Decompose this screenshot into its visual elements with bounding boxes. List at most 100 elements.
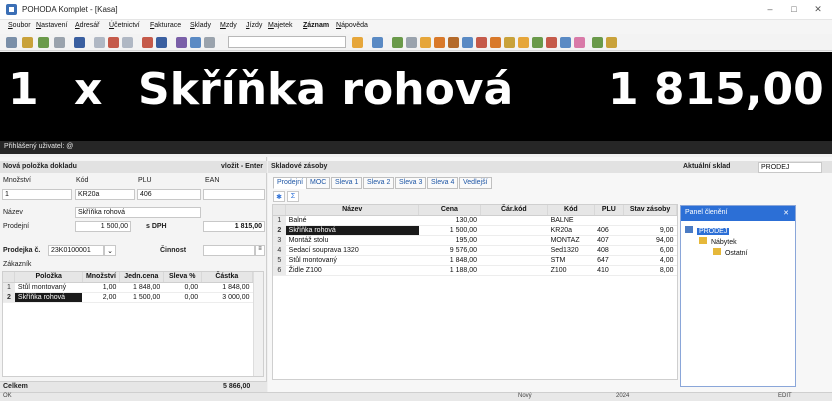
tab-sleva-2[interactable]: Sleva 2 bbox=[363, 177, 395, 189]
tool-g-icon[interactable] bbox=[574, 37, 585, 48]
refresh-icon[interactable] bbox=[190, 37, 201, 48]
menu-majetek[interactable]: Majetek bbox=[268, 22, 293, 29]
tab-vedlejsi[interactable]: Vedlejší bbox=[459, 177, 492, 189]
activity-list-icon[interactable]: ≡ bbox=[255, 245, 265, 256]
insert-enter-hint[interactable]: vložit - Enter bbox=[221, 163, 263, 170]
col-nazev[interactable]: Název bbox=[285, 205, 420, 216]
print-icon[interactable] bbox=[38, 37, 49, 48]
name-input[interactable]: Skříňka rohová bbox=[75, 207, 201, 218]
help-icon[interactable] bbox=[204, 37, 215, 48]
import-icon[interactable] bbox=[476, 37, 487, 48]
table-row[interactable]: 2 Skříňka rohová 2,00 1 500,00 0,00 3 00… bbox=[3, 292, 253, 303]
status-bar: OK Nový 2024 EDIT bbox=[0, 392, 832, 401]
stock-price: 130,00 bbox=[418, 215, 480, 226]
tree-node-nabytek[interactable]: Nábytek bbox=[699, 237, 789, 247]
col-polozka[interactable]: Položka bbox=[14, 272, 83, 283]
receipt-scrollbar[interactable] bbox=[253, 272, 263, 376]
tool-e-icon[interactable] bbox=[546, 37, 557, 48]
col-cena[interactable]: Cena bbox=[418, 205, 481, 216]
tool-i-icon[interactable] bbox=[606, 37, 617, 48]
tool-c-icon[interactable] bbox=[518, 37, 529, 48]
tool-f-icon[interactable] bbox=[560, 37, 571, 48]
col-mnozstvi[interactable]: Množství bbox=[82, 272, 120, 283]
preview-icon[interactable] bbox=[54, 37, 65, 48]
col-plu[interactable]: PLU bbox=[594, 205, 625, 216]
stock-quantity: 8,00 bbox=[623, 265, 677, 276]
item-discount: 0,00 bbox=[163, 292, 202, 303]
col-jedn-cena[interactable]: Jedn.cena bbox=[119, 272, 164, 283]
highlighted-tool-icon[interactable] bbox=[434, 37, 445, 48]
copy-icon[interactable] bbox=[94, 37, 105, 48]
menu-mzdy[interactable]: Mzdy bbox=[220, 22, 237, 29]
toolbar-search-combo[interactable] bbox=[228, 36, 346, 48]
export-icon[interactable] bbox=[462, 37, 473, 48]
menu-nastaveni[interactable]: Nastavení bbox=[36, 22, 68, 29]
tree-node-prodej[interactable]: PRODEJ bbox=[685, 226, 789, 236]
tool-a-icon[interactable] bbox=[490, 37, 501, 48]
sum-filter-icon[interactable]: Σ bbox=[287, 191, 299, 202]
calculator-icon[interactable] bbox=[156, 37, 167, 48]
menu-soubor[interactable]: Soubor bbox=[8, 22, 31, 29]
table-row[interactable]: 6 Židle Z100 1 188,00 Z100 410 8,00 bbox=[273, 265, 677, 276]
receipt-items-grid: Položka Množství Jedn.cena Sleva % Částk… bbox=[2, 271, 264, 377]
paste-icon[interactable] bbox=[122, 37, 133, 48]
document-icon[interactable] bbox=[448, 37, 459, 48]
record-icon[interactable] bbox=[392, 37, 403, 48]
menu-adresar[interactable]: Adresář bbox=[75, 22, 100, 29]
tab-sleva-4[interactable]: Sleva 4 bbox=[427, 177, 459, 189]
col-castka[interactable]: Částka bbox=[201, 272, 254, 283]
table-row[interactable]: 2 Skříňka rohová 1 500,00 KR20a 406 9,00 bbox=[273, 225, 677, 236]
table-row[interactable]: 3 Montáž stolu 195,00 MONTAZ 407 94,00 bbox=[273, 235, 677, 246]
menu-ucetnictvi[interactable]: Účetnictví bbox=[109, 22, 140, 29]
save-icon[interactable] bbox=[74, 37, 85, 48]
sale-price-input[interactable]: 1 500,00 bbox=[75, 221, 131, 232]
open-icon[interactable] bbox=[22, 37, 33, 48]
close-button[interactable]: ✕ bbox=[810, 3, 826, 16]
code-input[interactable]: KR20a bbox=[75, 189, 135, 200]
agenda-icon[interactable] bbox=[372, 37, 383, 48]
col-kod[interactable]: Kód bbox=[547, 205, 595, 216]
menu-jizdy[interactable]: Jízdy bbox=[246, 22, 262, 29]
maximize-button[interactable]: □ bbox=[786, 3, 802, 16]
folder-icon[interactable] bbox=[420, 37, 431, 48]
warehouse-select[interactable]: PRODEJ bbox=[758, 162, 822, 173]
plu-input[interactable]: 406 bbox=[137, 189, 201, 200]
menu-fakturace[interactable]: Fakturace bbox=[150, 22, 181, 29]
tree-node-ostatni[interactable]: Ostatní bbox=[713, 248, 789, 258]
col-car-kod[interactable]: Čár.kód bbox=[480, 205, 549, 216]
tab-moc[interactable]: MOC bbox=[306, 177, 331, 189]
sale-price-label: Prodejní bbox=[3, 223, 30, 230]
new-record-icon[interactable] bbox=[6, 37, 17, 48]
minimize-button[interactable]: – bbox=[762, 3, 778, 16]
quantity-input[interactable]: 1 bbox=[2, 189, 72, 200]
item-amount: 3 000,00 bbox=[201, 292, 253, 303]
tool-d-icon[interactable] bbox=[532, 37, 543, 48]
tool-b-icon[interactable] bbox=[504, 37, 515, 48]
delete-icon[interactable] bbox=[142, 37, 153, 48]
menu-napoveda[interactable]: Nápověda bbox=[336, 22, 368, 29]
table-row[interactable]: 1 Balné 130,00 BALNE bbox=[273, 215, 677, 226]
filter-icon[interactable] bbox=[352, 37, 363, 48]
tool-h-icon[interactable] bbox=[592, 37, 603, 48]
table-row[interactable]: 4 Sedací souprava 1320 9 576,00 Sed1320 … bbox=[273, 245, 677, 256]
cut-icon[interactable] bbox=[108, 37, 119, 48]
activity-input[interactable] bbox=[203, 245, 255, 256]
col-sleva[interactable]: Sleva % bbox=[163, 272, 202, 283]
percent-icon[interactable] bbox=[176, 37, 187, 48]
receipt-number-select[interactable]: 23K0100001 bbox=[48, 245, 104, 256]
category-panel-close-icon[interactable]: ✕ bbox=[783, 209, 789, 217]
tab-sleva-1[interactable]: Sleva 1 bbox=[331, 177, 363, 189]
chevron-down-icon[interactable]: ⌄ bbox=[104, 245, 116, 256]
menu-sklady[interactable]: Sklady bbox=[190, 22, 211, 29]
tab-prodejni[interactable]: Prodejní bbox=[273, 177, 308, 189]
table-row[interactable]: 1 Stůl montovaný 1,00 1 848,00 0,00 1 84… bbox=[3, 282, 253, 293]
tab-sleva-3[interactable]: Sleva 3 bbox=[395, 177, 427, 189]
table-row[interactable]: 5 Stůl montovaný 1 848,00 STM 647 4,00 bbox=[273, 255, 677, 266]
display-quantity: 1 bbox=[8, 64, 39, 115]
menu-zaznam[interactable]: Záznam bbox=[303, 22, 329, 29]
star-filter-icon[interactable]: ✱ bbox=[273, 191, 285, 202]
stock-price: 1 188,00 bbox=[418, 265, 480, 276]
clock-icon[interactable] bbox=[406, 37, 417, 48]
col-stav-zasoby[interactable]: Stav zásoby bbox=[623, 205, 677, 216]
ean-input[interactable] bbox=[203, 189, 265, 200]
